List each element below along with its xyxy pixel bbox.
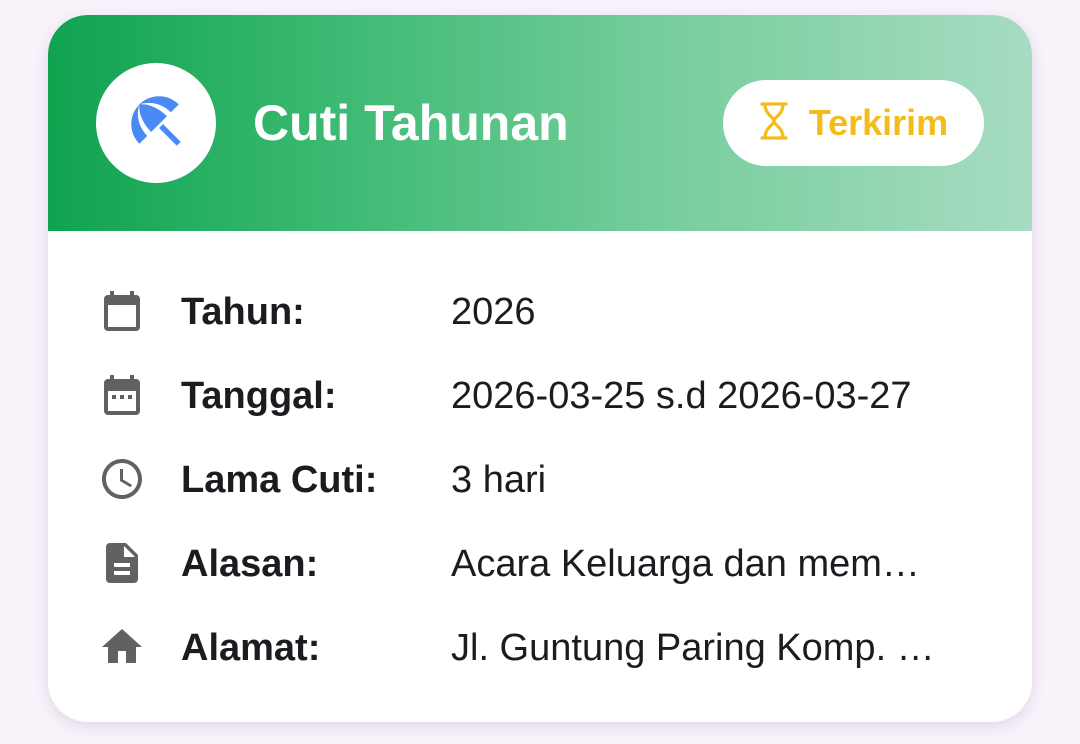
reason-value: Acara Keluarga dan mem… — [451, 543, 920, 585]
status-badge: Terkirim — [723, 80, 984, 166]
detail-row-reason: Alasan: Acara Keluarga dan mem… — [48, 531, 1032, 595]
home-icon — [98, 623, 146, 671]
calendar-icon — [98, 287, 146, 335]
detail-row-duration: Lama Cuti: 3 hari — [48, 447, 1032, 511]
calendar-month-icon — [98, 371, 146, 419]
detail-row-year: Tahun: 2026 — [48, 279, 1032, 343]
status-label: Terkirim — [808, 102, 949, 143]
leave-type-title: Cuti Tahunan — [253, 95, 569, 151]
hourglass-icon — [759, 101, 789, 146]
address-value: Jl. Guntung Paring Komp. … — [451, 627, 935, 669]
duration-value: 3 hari — [451, 459, 547, 501]
dates-value: 2026-03-25 s.d 2026-03-27 — [451, 375, 912, 417]
reason-label: Alasan: — [181, 543, 319, 585]
leave-type-avatar — [96, 63, 216, 183]
year-label: Tahun: — [181, 291, 305, 333]
leave-request-card[interactable]: Cuti Tahunan Terkirim Tahun: 2026 Tangga… — [48, 15, 1032, 722]
document-icon — [98, 539, 146, 587]
beach-umbrella-icon — [123, 88, 189, 159]
dates-label: Tanggal: — [181, 375, 337, 417]
year-value: 2026 — [451, 291, 536, 333]
duration-label: Lama Cuti: — [181, 459, 378, 501]
address-label: Alamat: — [181, 627, 321, 669]
clock-icon — [98, 455, 146, 503]
card-header: Cuti Tahunan Terkirim — [48, 15, 1032, 231]
detail-row-address: Alamat: Jl. Guntung Paring Komp. … — [48, 615, 1032, 679]
detail-row-dates: Tanggal: 2026-03-25 s.d 2026-03-27 — [48, 363, 1032, 427]
